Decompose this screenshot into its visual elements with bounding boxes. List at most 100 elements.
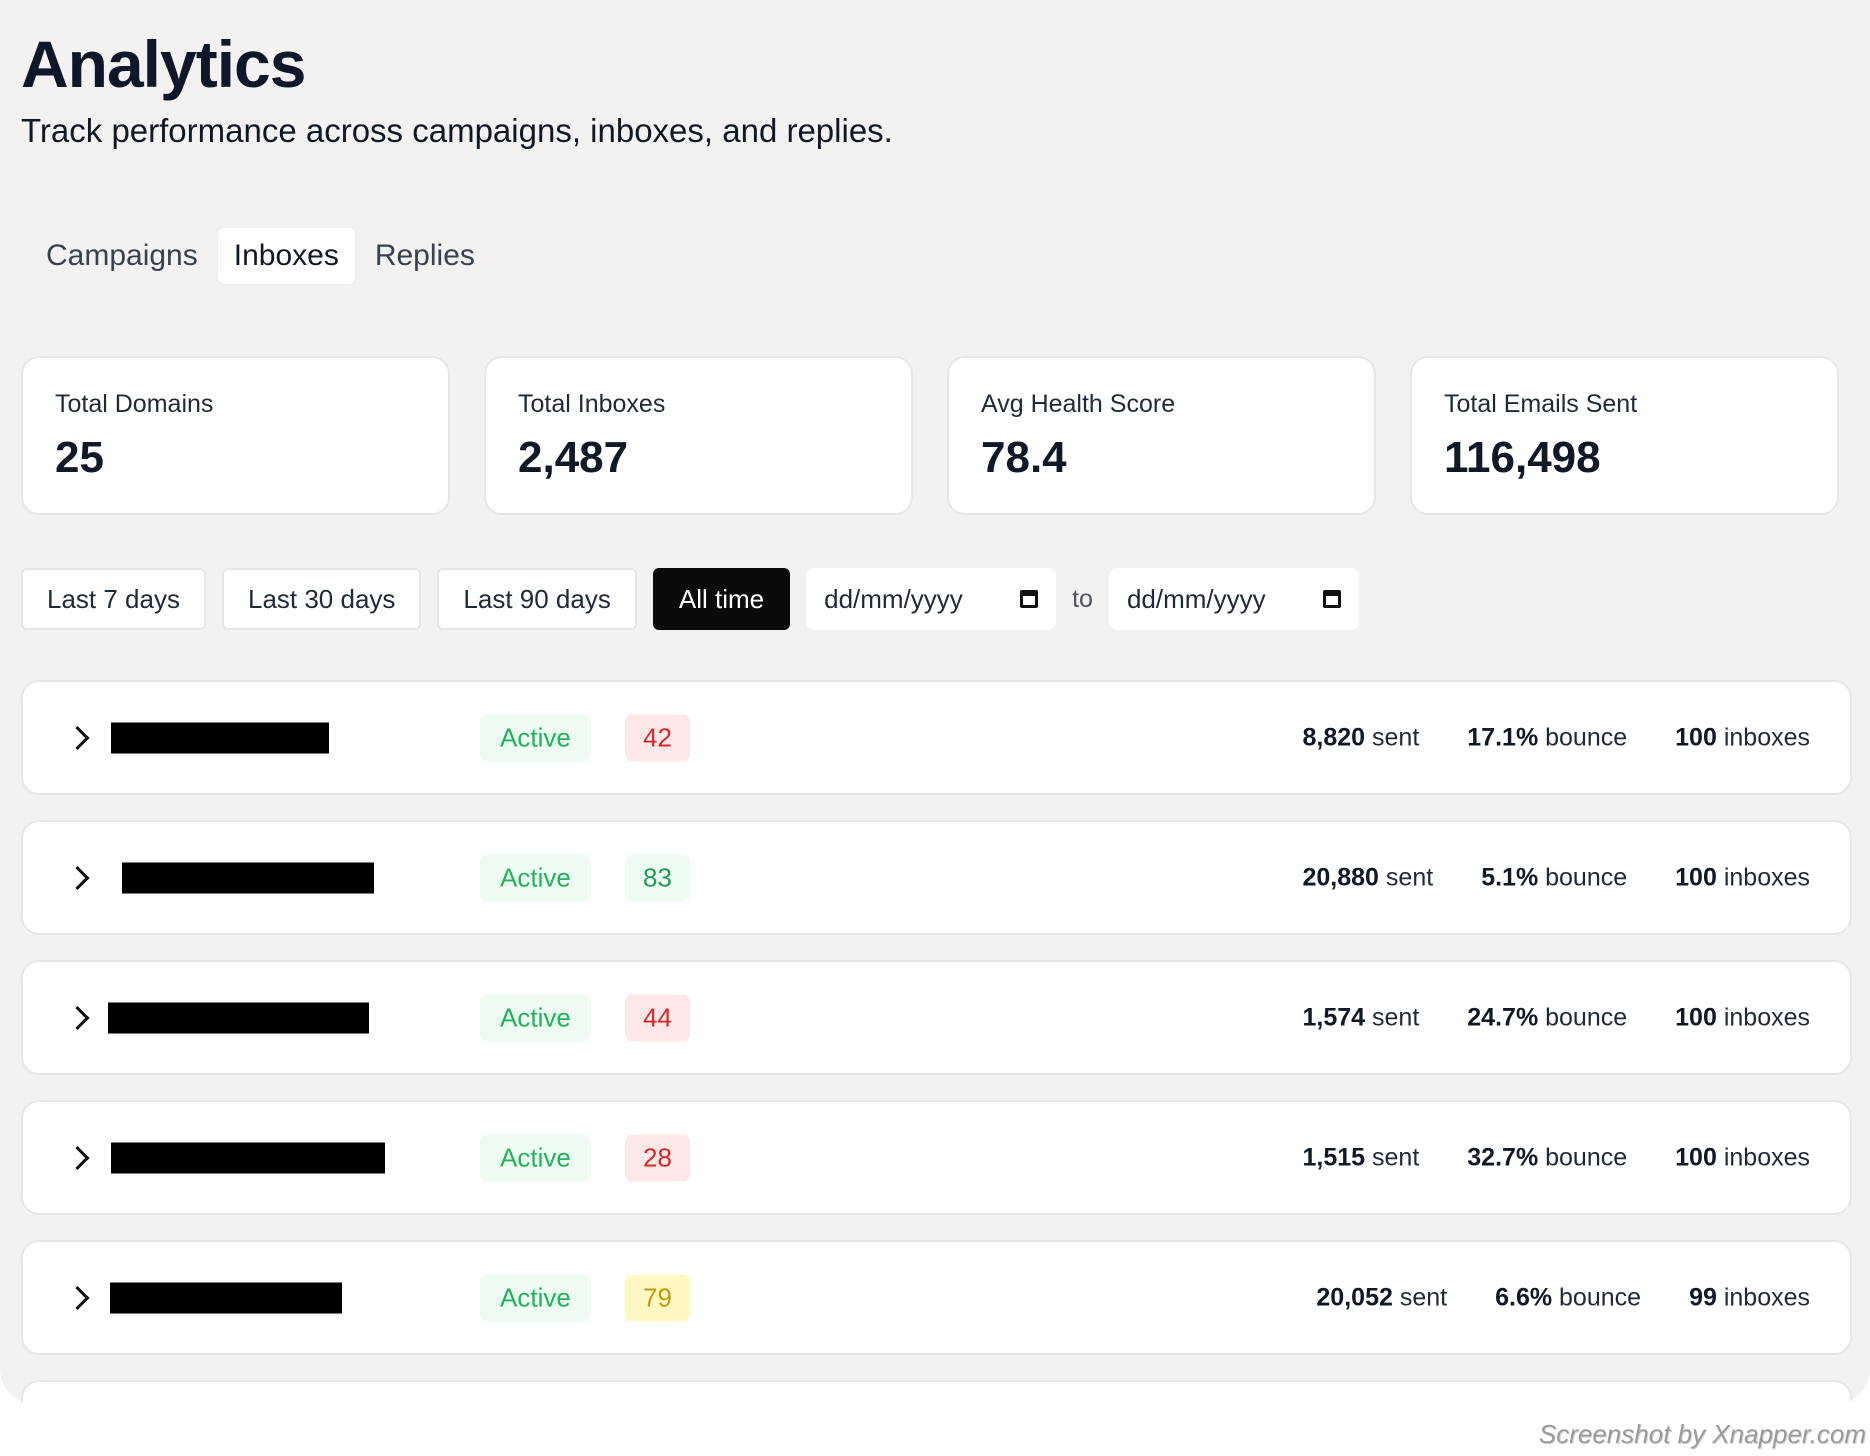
bounce-value: 6.6% [1495,1283,1553,1311]
inboxes-unit: inboxes [1723,723,1810,751]
sent-unit: sent [1385,863,1434,891]
stat-value: 2,487 [518,433,629,482]
row-metrics: 20,880 sent 5.1% bounce 100 inboxes [1255,863,1811,892]
stat-card-total-domains: Total Domains 25 [21,356,450,515]
inboxes-value: 100 [1675,863,1717,891]
stat-card-avg-health-score: Avg Health Score 78.4 [947,356,1376,515]
row-metrics: 1,515 sent 32.7% bounce 100 inboxes [1255,1143,1811,1172]
redacted-domain-name [111,1142,385,1173]
tab-bar: Campaigns Inboxes Replies [30,228,491,284]
domain-row[interactable]: Active 83 20,880 sent 5.1% bounce 100 in… [21,820,1852,935]
range-last-7-days-button[interactable]: Last 7 days [21,568,206,630]
tab-replies[interactable]: Replies [359,228,491,284]
stat-value: 78.4 [981,433,1067,482]
stat-label: Total Inboxes [518,390,666,418]
redacted-domain-name [111,722,329,753]
row-metrics: 1,574 sent 24.7% bounce 100 inboxes [1255,1003,1811,1032]
redacted-domain-name [108,1002,369,1033]
stats-row: Total Domains 25 Total Inboxes 2,487 Avg… [21,356,1839,515]
sent-count: 1,515 sent [1303,1143,1420,1172]
analytics-page: Analytics Track performance across campa… [0,0,1870,1405]
domain-row-partial[interactable] [21,1380,1852,1405]
stat-label: Total Domains [55,390,214,418]
sent-unit: sent [1372,723,1420,751]
sent-value: 20,880 [1302,863,1379,891]
health-score-badge: 28 [625,1134,690,1181]
bounce-rate: 32.7% bounce [1467,1143,1627,1172]
bounce-value: 32.7% [1467,1143,1539,1171]
chevron-right-icon[interactable] [65,1005,90,1030]
health-score-badge: 44 [625,994,690,1041]
date-from-placeholder: dd/mm/yyyy [824,583,963,614]
domain-row[interactable]: Active 44 1,574 sent 24.7% bounce 100 in… [21,960,1852,1075]
tab-campaigns[interactable]: Campaigns [30,228,214,284]
inboxes-unit: inboxes [1723,1143,1810,1171]
bounce-rate: 6.6% bounce [1495,1283,1641,1312]
status-badge: Active [480,1274,591,1321]
bounce-unit: bounce [1545,723,1628,751]
range-all-time-button[interactable]: All time [652,568,791,630]
inboxes-value: 100 [1675,1003,1717,1031]
date-from-input[interactable]: dd/mm/yyyy [806,568,1057,630]
bounce-rate: 5.1% bounce [1481,863,1627,892]
date-to-placeholder: dd/mm/yyyy [1126,583,1266,614]
page-title: Analytics [21,27,306,101]
sent-value: 1,515 [1302,1143,1366,1171]
bounce-unit: bounce [1545,1143,1628,1171]
domain-row[interactable]: Active 42 8,820 sent 17.1% bounce 100 in… [21,680,1852,795]
status-badge: Active [480,714,591,761]
health-score-badge: 42 [625,714,690,761]
status-badge: Active [480,994,591,1041]
bounce-value: 17.1% [1467,723,1539,751]
inbox-count: 100 inboxes [1675,1003,1810,1032]
chevron-right-icon[interactable] [65,865,90,890]
bounce-value: 5.1% [1481,863,1539,891]
domain-row[interactable]: Active 79 20,052 sent 6.6% bounce 99 inb… [21,1240,1852,1355]
sent-count: 20,880 sent [1303,863,1434,892]
bounce-value: 24.7% [1467,1003,1539,1031]
redacted-domain-name [122,862,374,893]
domain-row[interactable]: Active 28 1,515 sent 32.7% bounce 100 in… [21,1100,1852,1215]
page-subtitle: Track performance across campaigns, inbo… [21,112,893,149]
row-metrics: 20,052 sent 6.6% bounce 99 inboxes [1268,1283,1810,1312]
watermark: Screenshot by Xnapper.com [1538,1419,1866,1449]
inboxes-unit: inboxes [1723,863,1810,891]
bounce-unit: bounce [1545,863,1628,891]
sent-value: 20,052 [1316,1283,1393,1311]
bounce-unit: bounce [1545,1003,1628,1031]
status-badge: Active [480,1134,591,1181]
inboxes-value: 99 [1689,1283,1717,1311]
bounce-rate: 24.7% bounce [1467,1003,1627,1032]
inboxes-value: 100 [1675,1143,1717,1171]
sent-value: 1,574 [1302,1003,1366,1031]
chevron-right-icon[interactable] [65,1145,90,1170]
chevron-right-icon[interactable] [65,1285,90,1310]
chevron-right-icon[interactable] [65,725,90,750]
inboxes-value: 100 [1675,723,1717,751]
stat-label: Total Emails Sent [1444,390,1638,418]
sent-unit: sent [1399,1283,1448,1311]
inbox-count: 100 inboxes [1675,723,1810,752]
sent-value: 8,820 [1302,723,1366,751]
bounce-rate: 17.1% bounce [1467,723,1627,752]
inbox-count: 100 inboxes [1675,1143,1810,1172]
date-to-input[interactable]: dd/mm/yyyy [1108,568,1359,630]
date-filters: Last 7 days Last 30 days Last 90 days Al… [21,568,1359,630]
sent-count: 8,820 sent [1303,723,1420,752]
sent-count: 1,574 sent [1303,1003,1420,1032]
row-metrics: 8,820 sent 17.1% bounce 100 inboxes [1255,723,1811,752]
redacted-domain-name [110,1282,342,1313]
sent-count: 20,052 sent [1316,1283,1447,1312]
sent-unit: sent [1372,1143,1420,1171]
range-last-30-days-button[interactable]: Last 30 days [221,568,422,630]
calendar-icon[interactable] [1322,590,1341,608]
stat-value: 116,498 [1444,433,1601,482]
sent-unit: sent [1372,1003,1420,1031]
range-last-90-days-button[interactable]: Last 90 days [437,568,637,630]
tab-inboxes[interactable]: Inboxes [217,228,355,284]
inboxes-unit: inboxes [1723,1003,1810,1031]
bounce-unit: bounce [1559,1283,1642,1311]
calendar-icon[interactable] [1020,590,1039,608]
health-score-badge: 83 [625,854,690,901]
inboxes-unit: inboxes [1723,1283,1810,1311]
